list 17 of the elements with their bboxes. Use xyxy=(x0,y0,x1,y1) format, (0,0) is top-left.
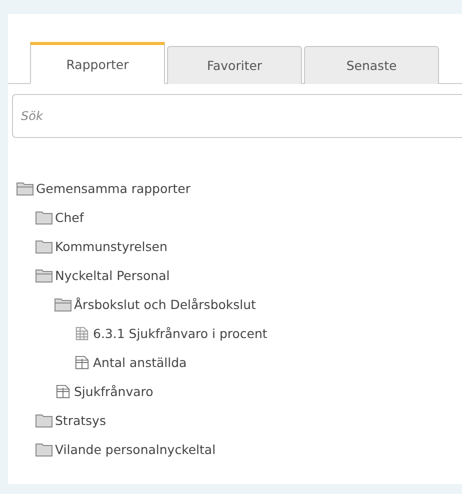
tab[interactable]: Senaste xyxy=(304,46,439,84)
tab[interactable]: Favoriter xyxy=(167,46,302,84)
tree-item[interactable]: Stratsys xyxy=(8,406,462,435)
tree-item[interactable]: Antal anställda xyxy=(8,348,462,377)
tree-item[interactable]: Nyckeltal Personal xyxy=(8,261,462,290)
tree-item[interactable]: 6.3.1 Sjukfrånvaro i procent xyxy=(8,319,462,348)
tab[interactable]: Rapporter xyxy=(30,42,165,84)
search-field[interactable]: Sök xyxy=(12,94,462,138)
tree-item[interactable]: Chef xyxy=(8,203,462,232)
tree-item[interactable]: Sjukfrånvaro xyxy=(8,377,462,406)
tree-item[interactable]: Kommunstyrelsen xyxy=(8,232,462,261)
tree-item[interactable]: Gemensamma rapporter xyxy=(8,174,462,203)
crosstab-icon xyxy=(54,384,72,399)
tree-item[interactable]: Årsbokslut och Delårsbokslut xyxy=(8,290,462,319)
table-icon xyxy=(73,326,91,341)
crosstab-icon xyxy=(73,355,91,370)
tree-item[interactable]: Vilande personalnyckeltal xyxy=(8,435,462,464)
